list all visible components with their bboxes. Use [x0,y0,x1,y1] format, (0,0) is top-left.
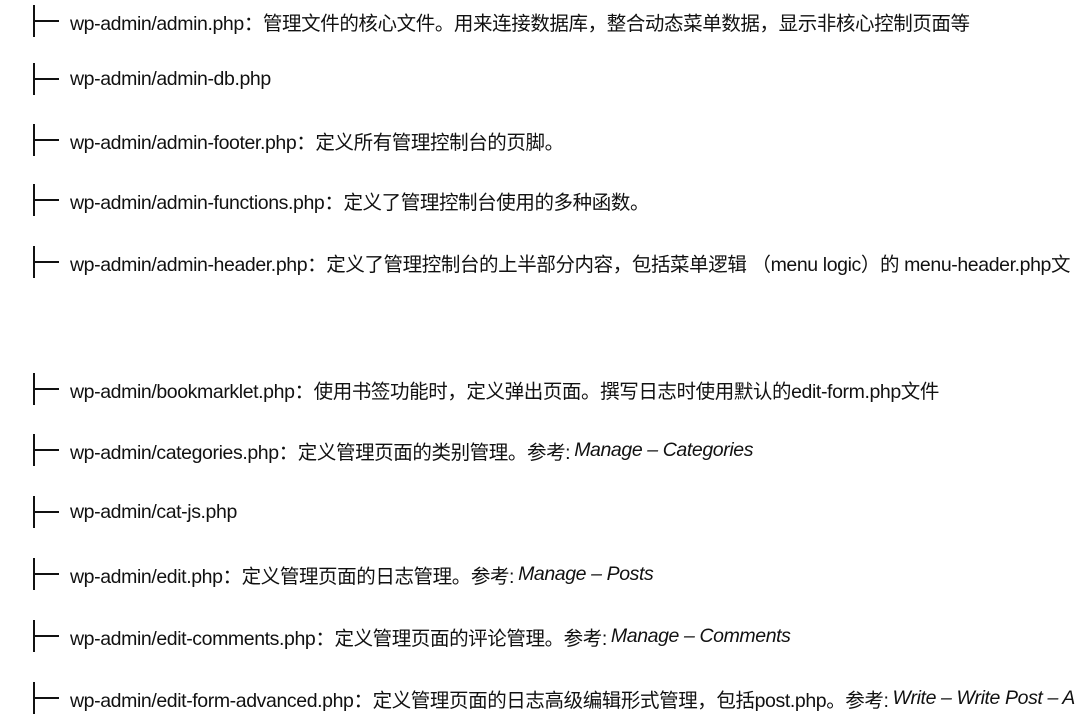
tree-entry: wp-admin/admin-functions.php：定义了管理控制台使用的… [30,184,649,216]
reference-link-text: Manage – Posts [518,562,654,585]
tree-branch-icon [30,682,60,714]
entry-text: wp-admin/admin-header.php：定义了管理控制台的上半部分内… [70,253,1071,276]
tree-branch-icon [30,496,60,528]
tree-entry: wp-admin/admin-footer.php：定义所有管理控制台的页脚。 [30,124,564,156]
tree-entry: wp-admin/bookmarklet.php：使用书签功能时，定义弹出页面。… [30,373,939,405]
tree-entry: wp-admin/edit-form-advanced.php：定义管理页面的日… [30,682,1075,714]
tree-branch-icon [30,246,60,278]
entry-text: wp-admin/edit.php：定义管理页面的日志管理。参考: [70,565,515,588]
entry-text: wp-admin/admin-db.php [70,67,271,90]
entry-text: wp-admin/cat-js.php [70,500,237,523]
entry-text: wp-admin/edit-form-advanced.php：定义管理页面的日… [70,689,889,712]
reference-link-text: Write – Write Post – A [892,686,1076,709]
reference-link-text: Manage – Categories [574,438,754,461]
entry-text: wp-admin/edit-comments.php：定义管理页面的评论管理。参… [70,627,607,650]
tree-branch-icon [30,124,60,156]
reference-link-text: Manage – Comments [610,624,791,647]
tree-branch-icon [30,558,60,590]
entry-text: wp-admin/admin-functions.php：定义了管理控制台使用的… [70,191,650,214]
entry-text: wp-admin/categories.php：定义管理页面的类别管理。参考: [70,441,571,464]
tree-branch-icon [30,184,60,216]
entry-text: wp-admin/bookmarklet.php：使用书签功能时，定义弹出页面。… [70,380,940,403]
tree-entry: wp-admin/categories.php：定义管理页面的类别管理。参考: … [30,434,753,466]
file-tree-document: wp-admin/admin.php：管理文件的核心文件。用来连接数据库，整合动… [0,0,1091,716]
tree-entry: wp-admin/cat-js.php [30,496,237,528]
tree-entry: wp-admin/admin-db.php [30,63,271,95]
tree-entry: wp-admin/admin.php：管理文件的核心文件。用来连接数据库，整合动… [30,5,970,37]
entry-text: wp-admin/admin.php：管理文件的核心文件。用来连接数据库，整合动… [70,12,970,35]
tree-entry: wp-admin/edit-comments.php：定义管理页面的评论管理。参… [30,620,791,652]
entry-text: wp-admin/admin-footer.php：定义所有管理控制台的页脚。 [70,131,564,154]
tree-branch-icon [30,373,60,405]
tree-branch-icon [30,63,60,95]
tree-entry: wp-admin/edit.php：定义管理页面的日志管理。参考: Manage… [30,558,654,590]
tree-branch-icon [30,5,60,37]
tree-branch-icon [30,434,60,466]
tree-entry: wp-admin/admin-header.php：定义了管理控制台的上半部分内… [30,246,1070,278]
tree-branch-icon [30,620,60,652]
